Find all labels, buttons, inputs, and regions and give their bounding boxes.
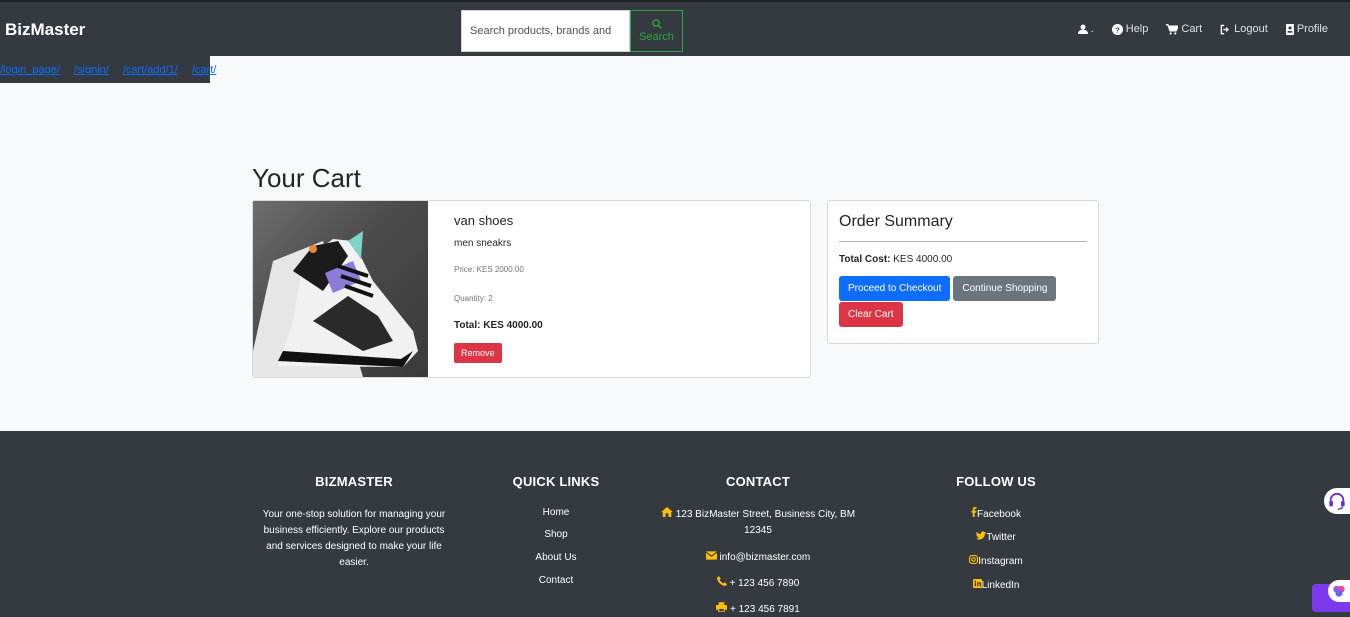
footer-instagram-label: Instagram (978, 556, 1023, 567)
breadcrumb-link[interactable]: /cart/add/1/ (123, 64, 178, 76)
brain-icon (1333, 585, 1345, 597)
footer-contact: CONTACT 123 BizMaster Street, Business C… (658, 474, 858, 617)
footer-linkedin-label: LinkedIn (981, 580, 1020, 591)
brand-logo[interactable]: BizMaster (5, 20, 85, 40)
breadcrumb-link[interactable]: /signin/ (74, 64, 109, 76)
footer-contact-heading: CONTACT (726, 474, 790, 489)
cart-item-details: van shoes men sneakrs Price: KES 2000.00… (428, 201, 569, 377)
user-icon (1077, 24, 1088, 34)
linkedin-icon (972, 579, 982, 588)
search-button-label: Search (639, 31, 674, 43)
footer: BIZMASTER Your one-stop solution for man… (0, 431, 1350, 617)
footer-email: info@bizmaster.com (658, 550, 858, 566)
nav-links: . ? Help Cart Logout Profile (1077, 23, 1328, 35)
search-form: Search (461, 10, 683, 52)
nav-profile-label: Profile (1296, 23, 1328, 35)
footer-phone: + 123 456 7890 (658, 576, 858, 592)
nav-user-label: . (1090, 23, 1094, 35)
product-description: men sneakrs (454, 238, 512, 249)
footer-follow: FOLLOW US Facebook Twitter Instagram Lin… (936, 474, 1056, 602)
nav-cart[interactable]: Cart (1166, 23, 1202, 35)
footer-address-text: 123 BizMaster Street, Business City, BM … (675, 509, 856, 536)
chat-widget-badge[interactable] (1328, 580, 1350, 602)
headset-icon (1329, 492, 1345, 510)
home-icon (661, 507, 673, 517)
footer-twitter[interactable]: Twitter (936, 531, 1056, 543)
support-widget-button[interactable] (1324, 488, 1350, 514)
product-name: van shoes (454, 213, 514, 228)
total-cost-label: Total Cost: (839, 254, 891, 265)
footer-link-contact[interactable]: Contact (496, 575, 616, 586)
footer-fax-text: + 123 456 7891 (729, 604, 800, 615)
nav-logout[interactable]: Logout (1220, 23, 1268, 35)
footer-about-text: Your one-stop solution for managing your… (262, 509, 446, 568)
nav-user[interactable]: . (1077, 23, 1094, 35)
nav-cart-label: Cart (1181, 23, 1203, 35)
footer-follow-heading: FOLLOW US (956, 474, 1036, 489)
continue-shopping-button[interactable]: Continue Shopping (953, 276, 1057, 301)
footer-about-heading: BIZMASTER (315, 474, 393, 489)
footer-link-about[interactable]: About Us (496, 552, 616, 563)
phone-icon (716, 576, 727, 586)
order-summary-title: Order Summary (839, 213, 1087, 242)
footer-email-text: info@bizmaster.com (719, 552, 811, 563)
footer-twitter-label: Twitter (986, 532, 1016, 543)
question-circle-icon: ? (1111, 23, 1123, 35)
footer-address: 123 BizMaster Street, Business City, BM … (658, 507, 858, 539)
nav-help-label: Help (1125, 23, 1149, 35)
svg-text:?: ? (1115, 25, 1120, 34)
search-button[interactable]: Search (630, 10, 683, 52)
total-cost-value: KES 4000.00 (893, 254, 953, 265)
footer-fax: + 123 456 7891 (658, 602, 858, 617)
breadcrumb: /login_page/ /signin/ /cart/add/1/ /cart… (0, 56, 216, 83)
footer-link-shop[interactable]: Shop (496, 529, 616, 540)
instagram-icon (969, 555, 979, 564)
summary-actions: Proceed to Checkout Continue Shopping (839, 276, 1087, 301)
footer-quick-links-heading: QUICK LINKS (512, 474, 600, 489)
footer-about: BIZMASTER Your one-stop solution for man… (254, 474, 454, 571)
id-badge-icon (1285, 23, 1294, 35)
twitter-icon (976, 531, 987, 540)
footer-instagram[interactable]: Instagram (936, 555, 1056, 567)
page-title: Your Cart (252, 163, 361, 193)
product-image (253, 201, 428, 377)
footer-linkedin[interactable]: LinkedIn (936, 579, 1056, 591)
breadcrumb-link[interactable]: /cart/ (192, 64, 216, 76)
footer-phone-text: + 123 456 7890 (729, 578, 800, 589)
total-cost: Total Cost: KES 4000.00 (839, 254, 1087, 265)
breadcrumb-link[interactable]: /login_page/ (0, 64, 60, 76)
clear-cart-button[interactable]: Clear Cart (839, 302, 903, 327)
product-quantity: Quantity: 2 (454, 294, 493, 303)
footer-facebook-label: Facebook (977, 509, 1021, 520)
product-price: Price: KES 2000.00 (454, 265, 524, 274)
product-total: Total: KES 4000.00 (454, 320, 543, 331)
nav-logout-label: Logout (1234, 23, 1268, 35)
nav-profile[interactable]: Profile (1285, 23, 1328, 35)
search-icon (651, 19, 662, 29)
order-summary-card: Order Summary Total Cost: KES 4000.00 Pr… (827, 200, 1099, 344)
footer-quick-links: QUICK LINKS Home Shop About Us Contact (496, 474, 616, 597)
remove-button[interactable]: Remove (454, 343, 502, 363)
printer-icon (716, 602, 728, 613)
logout-icon (1220, 24, 1230, 34)
top-navbar: BizMaster Search . ? Help Cart Logout Pr… (0, 0, 1350, 56)
envelope-icon (705, 551, 718, 560)
nav-help[interactable]: ? Help (1111, 23, 1149, 35)
footer-facebook[interactable]: Facebook (936, 507, 1056, 520)
cart-icon (1166, 23, 1179, 35)
footer-link-home[interactable]: Home (496, 507, 616, 518)
cart-item-card: van shoes men sneakrs Price: KES 2000.00… (252, 200, 811, 378)
checkout-button[interactable]: Proceed to Checkout (839, 276, 951, 301)
search-input[interactable] (461, 10, 630, 52)
